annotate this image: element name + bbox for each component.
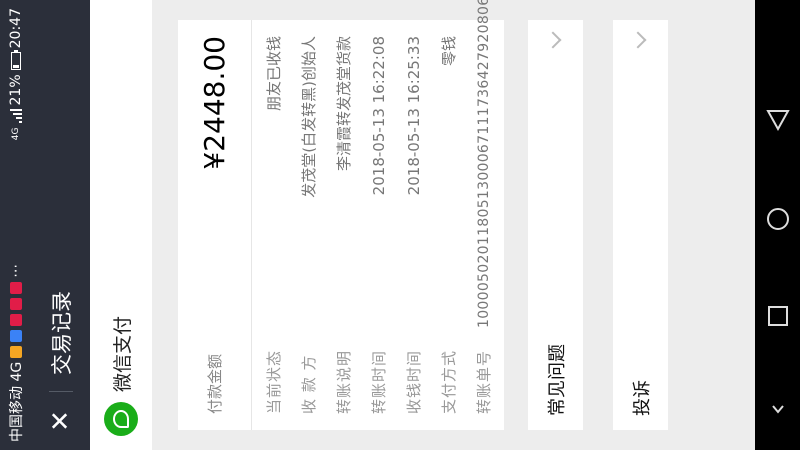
battery-percent: 21% [8, 74, 24, 106]
detail-value: 朋友已收钱 [265, 36, 283, 112]
complaint-label: 投诉 [631, 380, 653, 416]
wechat-pay-logo-icon [104, 402, 138, 436]
app-notification-icon [10, 313, 22, 326]
detail-label: 支付方式 [440, 349, 458, 414]
detail-value: 李清霞转发茂堂货款 [335, 36, 353, 172]
complaint-section[interactable]: 投诉 [613, 20, 668, 430]
app-notification-icon [10, 345, 22, 358]
transaction-details: 当前状态 朋友已收钱 收 款 方 发茂堂(白发转黑)创始人 转账说明 李清霞转发… [252, 0, 501, 430]
detail-row-transaction-id: 转账单号 1000050201180513000671117364279208​… [466, 0, 501, 414]
detail-value: 2018-05-13 16:22:08 [369, 36, 388, 196]
navigation-bar [755, 0, 800, 450]
detail-row-transfer-time: 转账时间 2018-05-13 16:22:08 [361, 36, 396, 414]
phone-screen: 中国移动 4G ⋯ 4G 21% 20:47 ✕ 交易记录 微信支付 付款金额 … [0, 0, 755, 450]
merchant-header: 微信支付 [90, 0, 152, 450]
detail-label: 当前状态 [265, 349, 283, 414]
detail-row-note: 转账说明 李清霞转发茂堂货款 [326, 36, 361, 414]
detail-value: 1000050201180513000671117364279208​06 [475, 0, 492, 328]
detail-row-status: 当前状态 朋友已收钱 [256, 36, 291, 414]
signal-icon [10, 109, 22, 124]
detail-label: 转账说明 [335, 349, 353, 414]
home-button[interactable] [765, 206, 791, 236]
carrier-label: 中国移动 4G [9, 361, 25, 442]
faq-section[interactable]: 常见问题 [528, 20, 583, 430]
amount-value: ¥2448.00 [198, 36, 231, 170]
merchant-name: 微信支付 [111, 315, 134, 392]
detail-label: 收 款 方 [300, 354, 318, 414]
transaction-card: 付款金额 ¥2448.00 当前状态 朋友已收钱 收 款 方 发茂堂(白发转黑)… [178, 0, 504, 430]
battery-fill [13, 65, 19, 69]
battery-icon [11, 52, 21, 71]
amount-label: 付款金额 [206, 353, 224, 414]
more-button[interactable] [771, 401, 785, 420]
app-notification-icon [10, 297, 22, 310]
detail-row-payment-method: 支付方式 零钱 [431, 36, 466, 414]
title-bar: ✕ 交易记录 [32, 0, 90, 450]
recents-square-icon [767, 306, 788, 327]
more-notifications-icon: ⋯ [8, 263, 24, 278]
faq-label: 常见问题 [546, 344, 568, 416]
chevron-down-icon [771, 405, 784, 414]
app-notification-icon [10, 329, 22, 342]
page-title: 交易记录 [50, 291, 74, 375]
app-notification-icon [10, 281, 22, 294]
chevron-up-icon [544, 31, 561, 49]
detail-value: 零钱 [440, 36, 458, 67]
detail-row-received-time: 收钱时间 2018-05-13 16:25:33 [396, 36, 431, 414]
back-button[interactable] [765, 108, 790, 136]
title-divider [49, 391, 73, 392]
status-right: 4G 21% 20:47 [8, 8, 24, 140]
back-triangle-icon [765, 110, 790, 132]
close-icon: ✕ [46, 410, 76, 432]
detail-label: 转账单号 [475, 349, 493, 414]
status-bar: 中国移动 4G ⋯ 4G 21% 20:47 [0, 0, 32, 450]
network-type-label: 4G [11, 127, 21, 141]
amount-row: 付款金额 ¥2448.00 [178, 20, 252, 430]
detail-label: 转账时间 [370, 349, 388, 414]
detail-value: 发茂堂(白发转黑)创始人 [300, 36, 318, 198]
home-circle-icon [766, 207, 789, 230]
status-left: 中国移动 4G ⋯ [6, 264, 26, 442]
detail-value: 2018-05-13 16:25:33 [404, 36, 423, 196]
chevron-up-icon [629, 31, 646, 49]
detail-label: 收钱时间 [405, 349, 423, 414]
close-button[interactable]: ✕ [32, 392, 90, 450]
recents-button[interactable] [767, 305, 789, 331]
clock: 20:47 [8, 8, 24, 49]
detail-row-payee: 收 款 方 发茂堂(白发转黑)创始人 [291, 36, 326, 414]
